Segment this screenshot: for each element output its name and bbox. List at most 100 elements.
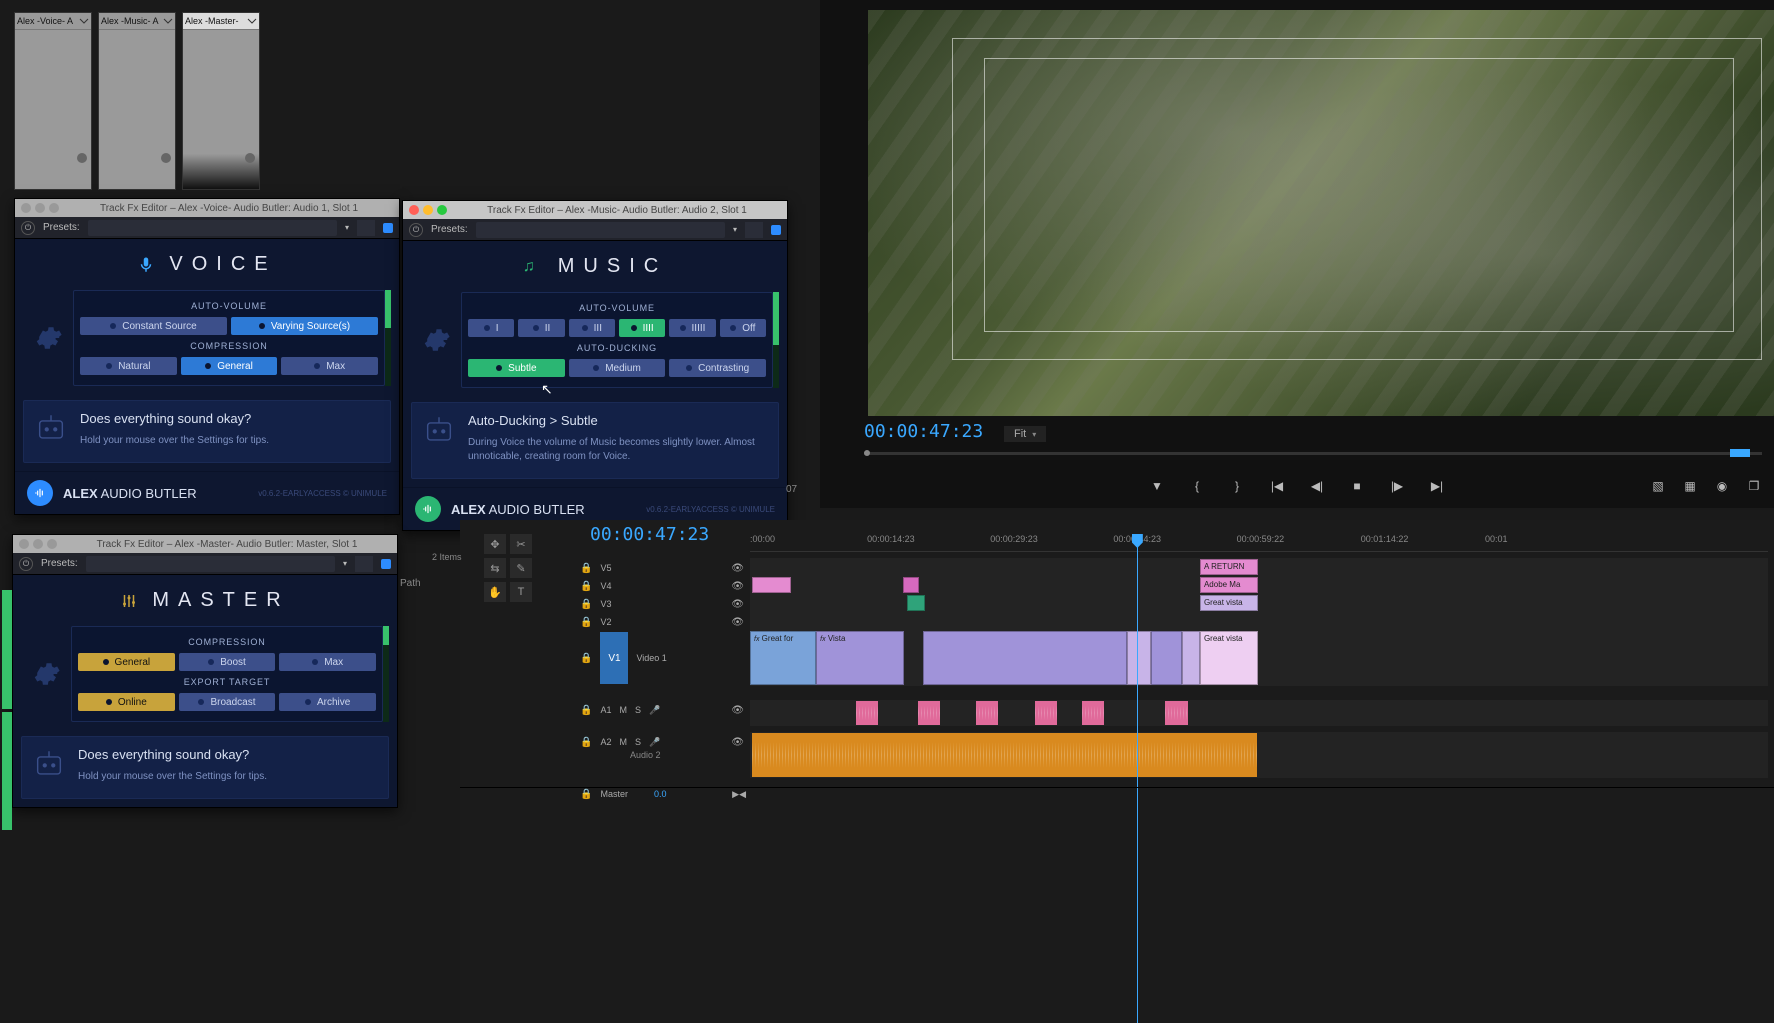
step-back-button[interactable]: ◀| — [1307, 476, 1327, 496]
power-icon[interactable]: ⏻ — [409, 223, 423, 237]
window-titlebar[interactable]: Track Fx Editor – Alex -Master- Audio Bu… — [13, 535, 397, 553]
master-level[interactable]: 0.0 — [654, 789, 667, 799]
export-frame-button[interactable]: ◉ — [1712, 476, 1732, 496]
track-lane-v3[interactable]: Great vista — [750, 594, 1768, 612]
option-natural[interactable]: Natural — [80, 357, 177, 375]
video-clip[interactable] — [1127, 631, 1151, 685]
audio-clip[interactable] — [752, 733, 1257, 777]
window-traffic-lights[interactable] — [409, 205, 447, 215]
type-tool[interactable]: T — [510, 582, 532, 602]
track-header-v1[interactable]: 🔒V1Video 1 — [574, 630, 750, 686]
option-online[interactable]: Online — [78, 693, 175, 711]
preset-select[interactable] — [86, 556, 335, 572]
option-max[interactable]: Max — [279, 653, 376, 671]
window-titlebar[interactable]: Track Fx Editor – Alex -Voice- Audio But… — [15, 199, 399, 217]
mixer-fader-area[interactable] — [15, 30, 91, 189]
option-iiiii[interactable]: IIIII — [669, 319, 715, 337]
audio-clip[interactable] — [1165, 701, 1187, 725]
timeline-timecode[interactable]: 00:00:47:23 — [590, 524, 709, 545]
power-icon[interactable]: ⏻ — [19, 557, 33, 571]
track-lane-a1[interactable] — [750, 700, 1768, 726]
option-iiii[interactable]: IIII — [619, 319, 665, 337]
video-clip[interactable]: fx Vista — [816, 631, 904, 685]
flag-icon[interactable]: ▶◀ — [732, 789, 746, 800]
option-subtle[interactable]: Subtle — [468, 359, 565, 377]
video-clip[interactable] — [1151, 631, 1182, 685]
eye-icon[interactable]: 👁 — [731, 563, 744, 574]
video-clip[interactable]: Adobe Ma — [1200, 577, 1258, 593]
video-clip[interactable] — [907, 595, 925, 611]
eye-icon[interactable]: 👁 — [731, 599, 744, 610]
track-lane-v2[interactable] — [750, 612, 1768, 630]
track-lane-v5[interactable]: A RETURN — [750, 558, 1768, 576]
audio-clip[interactable] — [976, 701, 998, 725]
lift-button[interactable]: ▧ — [1648, 476, 1668, 496]
lock-icon[interactable]: 🔒 — [580, 599, 592, 610]
mixer-track-voice[interactable]: Alex -Voice- A — [14, 12, 92, 190]
lock-icon[interactable]: 🔒 — [580, 653, 592, 664]
audio-clip[interactable] — [1035, 701, 1057, 725]
stop-button[interactable]: ■ — [1347, 476, 1367, 496]
option-i[interactable]: I — [468, 319, 514, 337]
lock-icon[interactable]: 🔒 — [580, 737, 592, 748]
toggle-m[interactable]: M — [619, 705, 627, 715]
audio-clip[interactable] — [856, 701, 878, 725]
preset-select[interactable] — [476, 222, 725, 238]
lock-icon[interactable]: 🔒 — [580, 617, 592, 628]
selection-tool[interactable]: ✥ — [484, 534, 506, 554]
extract-button[interactable]: ▦ — [1680, 476, 1700, 496]
playhead[interactable] — [1137, 534, 1138, 1023]
editor-toggle[interactable] — [381, 559, 391, 569]
option-contrasting[interactable]: Contrasting — [669, 359, 766, 377]
editor-toggle[interactable] — [383, 223, 393, 233]
eye-icon[interactable]: 👁 — [731, 737, 744, 748]
hand-tool[interactable]: ✋ — [484, 582, 506, 602]
mixer-track-master[interactable]: Alex -Master- — [182, 12, 260, 190]
power-icon[interactable]: ⏻ — [21, 221, 35, 235]
video-clip[interactable] — [903, 577, 919, 593]
chevron-down-icon[interactable]: ▾ — [733, 225, 737, 234]
track-header-a2[interactable]: 🔒A2 M S 🎤👁 — [574, 732, 750, 752]
time-ruler[interactable]: :00:0000:00:14:2300:00:29:2300:00:44:230… — [750, 534, 1768, 552]
toggle-s[interactable]: S — [635, 737, 641, 747]
editor-toggle[interactable] — [771, 225, 781, 235]
chevron-down-icon[interactable]: ▾ — [345, 223, 349, 232]
preset-select[interactable] — [88, 220, 337, 236]
window-traffic-lights[interactable] — [21, 203, 59, 213]
mic-icon[interactable]: 🎤 — [649, 705, 660, 716]
step-forward-button[interactable]: |▶ — [1387, 476, 1407, 496]
option-constant-source[interactable]: Constant Source — [80, 317, 227, 335]
pen-tool[interactable]: ✎ — [510, 558, 532, 578]
video-clip[interactable]: fx Great for — [750, 631, 816, 685]
option-varying-source-s-[interactable]: Varying Source(s) — [231, 317, 378, 335]
lock-icon[interactable]: 🔒 — [580, 563, 592, 574]
chevron-down-icon[interactable]: ▾ — [343, 559, 347, 568]
mark-in-button[interactable]: ▼ — [1147, 476, 1167, 496]
track-header-v3[interactable]: 🔒V3👁 — [574, 594, 750, 614]
window-titlebar[interactable]: Track Fx Editor – Alex -Music- Audio But… — [403, 201, 787, 219]
lock-icon[interactable]: 🔒 — [580, 789, 592, 800]
option-ii[interactable]: II — [518, 319, 564, 337]
comparison-button[interactable]: ❐ — [1744, 476, 1764, 496]
mixer-track-music[interactable]: Alex -Music- A — [98, 12, 176, 190]
video-clip[interactable]: A RETURN — [1200, 559, 1258, 575]
eye-icon[interactable]: 👁 — [731, 705, 744, 716]
track-lane-v1[interactable]: fx Great forfx Vista Great vista — [750, 630, 1768, 686]
go-to-out-button[interactable]: ▶| — [1427, 476, 1447, 496]
audio-clip[interactable] — [918, 701, 940, 725]
option-max[interactable]: Max — [281, 357, 378, 375]
option-medium[interactable]: Medium — [569, 359, 666, 377]
out-bracket-button[interactable]: } — [1227, 476, 1247, 496]
lock-icon[interactable]: 🔒 — [580, 705, 592, 716]
option-iii[interactable]: III — [569, 319, 615, 337]
option-off[interactable]: Off — [720, 319, 766, 337]
razor-tool[interactable]: ✂ — [510, 534, 532, 554]
track-header-a1[interactable]: 🔒A1 M S 🎤👁 — [574, 700, 750, 720]
ripple-tool[interactable]: ⇆ — [484, 558, 506, 578]
monitor-scrubber[interactable] — [864, 448, 1762, 458]
video-clip[interactable]: Great vista — [1200, 631, 1258, 685]
video-clip[interactable]: Great vista — [1200, 595, 1258, 611]
window-traffic-lights[interactable] — [19, 539, 57, 549]
option-general[interactable]: General — [78, 653, 175, 671]
video-clip[interactable] — [1182, 631, 1200, 685]
